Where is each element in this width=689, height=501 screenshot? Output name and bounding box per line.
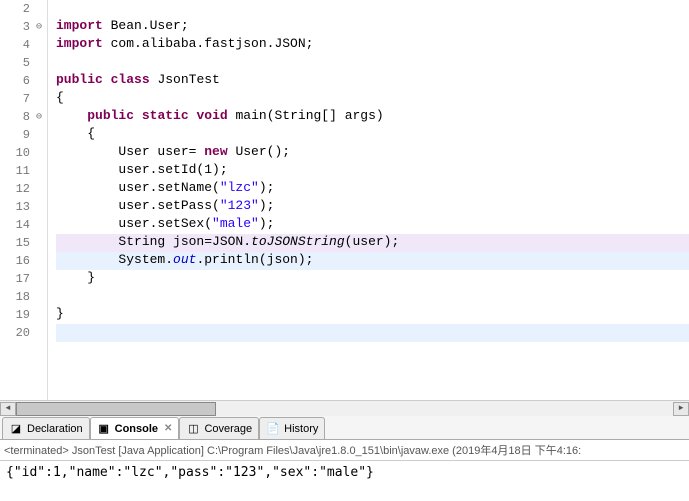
tab-label: Declaration bbox=[27, 423, 83, 435]
bottom-tab-bar: ◪ Declaration ▣ Console ✕ ◫ Coverage 📄 History bbox=[0, 416, 689, 440]
code-line[interactable] bbox=[56, 54, 689, 72]
code-line[interactable] bbox=[56, 324, 689, 342]
code-line[interactable]: public class JsonTest bbox=[56, 72, 689, 90]
console-status: <terminated> JsonTest [Java Application]… bbox=[0, 440, 689, 461]
line-number: 4 bbox=[0, 38, 32, 52]
scroll-right-button[interactable]: ► bbox=[673, 402, 689, 416]
scroll-thumb[interactable] bbox=[16, 402, 216, 416]
gutter-row: 17 bbox=[0, 270, 47, 288]
code-line[interactable]: user.setPass("123"); bbox=[56, 198, 689, 216]
gutter-row: 3⊖ bbox=[0, 18, 47, 36]
tab-label: History bbox=[284, 423, 318, 435]
line-number: 12 bbox=[0, 182, 32, 196]
line-number: 8 bbox=[0, 110, 32, 124]
gutter-row: 11 bbox=[0, 162, 47, 180]
code-area[interactable]: import Bean.User;import com.alibaba.fast… bbox=[48, 0, 689, 400]
code-line[interactable]: { bbox=[56, 90, 689, 108]
code-line[interactable]: import com.alibaba.fastjson.JSON; bbox=[56, 36, 689, 54]
scroll-track[interactable] bbox=[16, 402, 673, 416]
close-icon[interactable]: ✕ bbox=[164, 423, 172, 434]
declaration-icon: ◪ bbox=[9, 422, 23, 436]
gutter-row: 14 bbox=[0, 216, 47, 234]
code-line[interactable] bbox=[56, 0, 689, 18]
gutter-row: 7 bbox=[0, 90, 47, 108]
console-output[interactable]: {"id":1,"name":"lzc","pass":"123","sex":… bbox=[0, 461, 689, 484]
line-number: 13 bbox=[0, 200, 32, 214]
code-line[interactable]: import Bean.User; bbox=[56, 18, 689, 36]
tab-coverage[interactable]: ◫ Coverage bbox=[179, 417, 259, 439]
line-number: 16 bbox=[0, 254, 32, 268]
line-number: 6 bbox=[0, 74, 32, 88]
gutter-row: 12 bbox=[0, 180, 47, 198]
gutter-row: 4 bbox=[0, 36, 47, 54]
console-icon: ▣ bbox=[97, 422, 111, 436]
fold-marker-icon[interactable]: ⊖ bbox=[32, 21, 46, 33]
line-number: 2 bbox=[0, 2, 32, 16]
fold-marker-icon[interactable]: ⊖ bbox=[32, 111, 46, 123]
tab-history[interactable]: 📄 History bbox=[259, 417, 325, 439]
code-line[interactable]: { bbox=[56, 126, 689, 144]
code-line[interactable]: System.out.println(json); bbox=[56, 252, 689, 270]
tab-label: Console bbox=[115, 423, 158, 435]
code-line[interactable]: user.setSex("male"); bbox=[56, 216, 689, 234]
gutter-row: 18 bbox=[0, 288, 47, 306]
history-icon: 📄 bbox=[266, 422, 280, 436]
gutter-row: 16 bbox=[0, 252, 47, 270]
line-number: 20 bbox=[0, 326, 32, 340]
line-number: 17 bbox=[0, 272, 32, 286]
line-number: 15 bbox=[0, 236, 32, 250]
gutter-row: 10 bbox=[0, 144, 47, 162]
code-line[interactable] bbox=[56, 288, 689, 306]
gutter-row: 20 bbox=[0, 324, 47, 342]
line-number: 11 bbox=[0, 164, 32, 178]
code-line[interactable]: } bbox=[56, 306, 689, 324]
code-line[interactable]: public static void main(String[] args) bbox=[56, 108, 689, 126]
line-number: 18 bbox=[0, 290, 32, 304]
line-number: 14 bbox=[0, 218, 32, 232]
gutter: 23⊖45678⊖91011121314151617181920 bbox=[0, 0, 48, 400]
code-line[interactable]: User user= new User(); bbox=[56, 144, 689, 162]
line-number: 3 bbox=[0, 20, 32, 34]
tab-declaration[interactable]: ◪ Declaration bbox=[2, 417, 90, 439]
line-number: 10 bbox=[0, 146, 32, 160]
gutter-row: 9 bbox=[0, 126, 47, 144]
code-line[interactable]: String json=JSON.toJSONString(user); bbox=[56, 234, 689, 252]
coverage-icon: ◫ bbox=[186, 422, 200, 436]
code-line[interactable]: user.setId(1); bbox=[56, 162, 689, 180]
code-line[interactable]: } bbox=[56, 270, 689, 288]
line-number: 7 bbox=[0, 92, 32, 106]
gutter-row: 8⊖ bbox=[0, 108, 47, 126]
gutter-row: 5 bbox=[0, 54, 47, 72]
gutter-row: 19 bbox=[0, 306, 47, 324]
horizontal-scrollbar[interactable]: ◄ ► bbox=[0, 400, 689, 416]
line-number: 5 bbox=[0, 56, 32, 70]
code-line[interactable]: user.setName("lzc"); bbox=[56, 180, 689, 198]
gutter-row: 13 bbox=[0, 198, 47, 216]
line-number: 9 bbox=[0, 128, 32, 142]
gutter-row: 6 bbox=[0, 72, 47, 90]
code-editor[interactable]: 23⊖45678⊖91011121314151617181920 import … bbox=[0, 0, 689, 400]
tab-console[interactable]: ▣ Console ✕ bbox=[90, 417, 180, 439]
line-number: 19 bbox=[0, 308, 32, 322]
tab-label: Coverage bbox=[204, 423, 252, 435]
gutter-row: 2 bbox=[0, 0, 47, 18]
gutter-row: 15 bbox=[0, 234, 47, 252]
scroll-left-button[interactable]: ◄ bbox=[0, 402, 16, 416]
